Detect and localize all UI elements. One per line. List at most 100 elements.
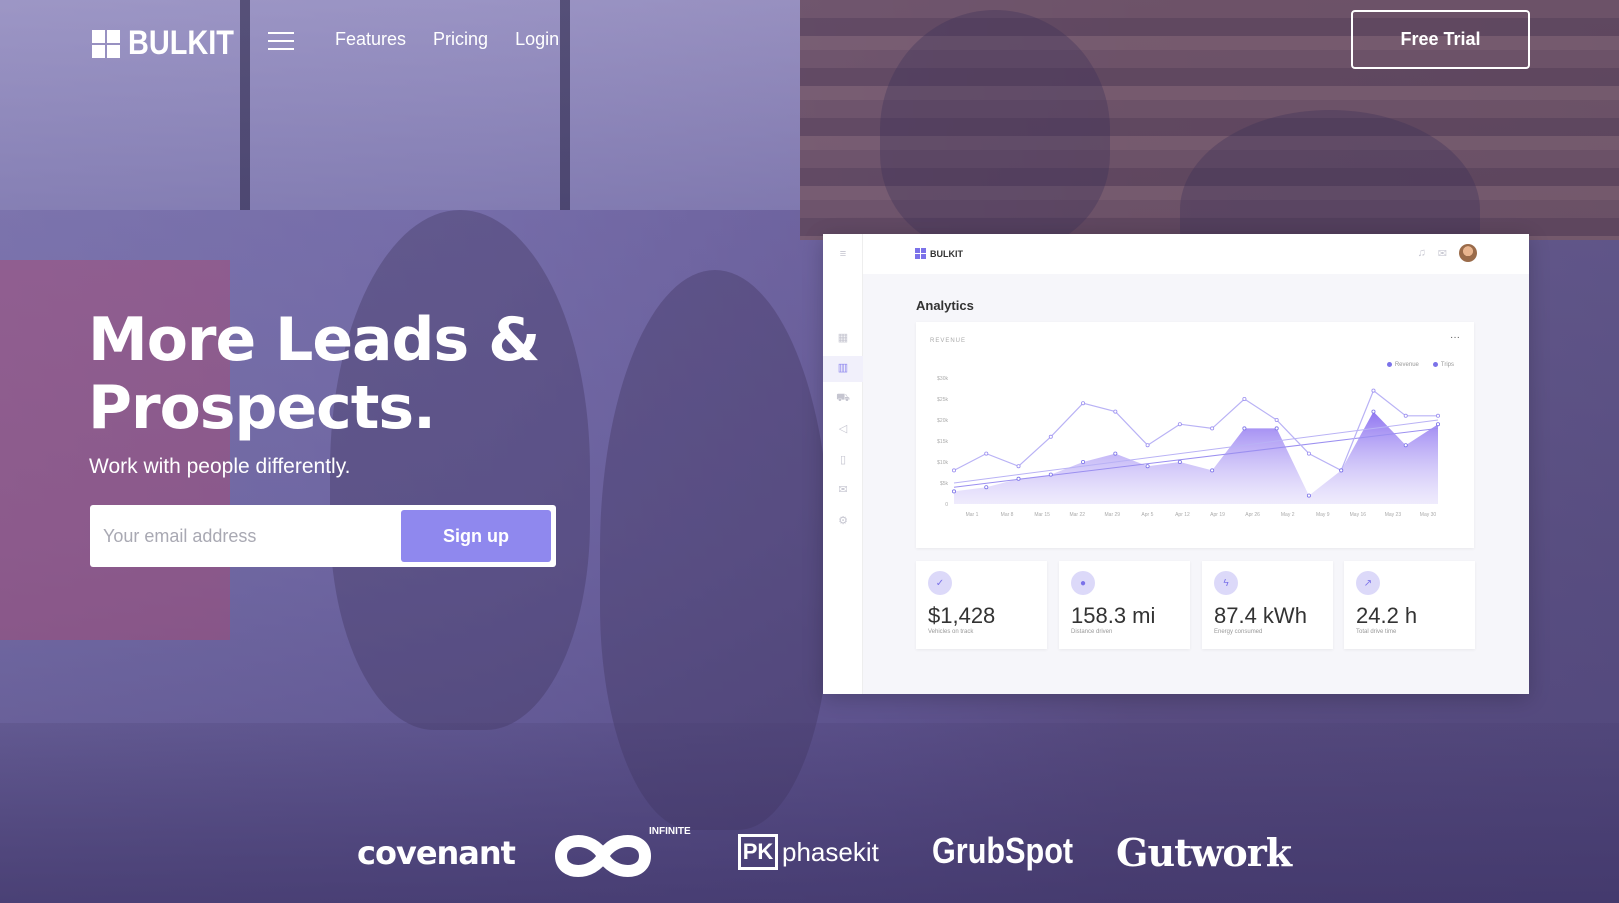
dashboard-topbar-icons: ♫ ✉ [1418, 244, 1477, 262]
stat-label: Energy consumed [1214, 629, 1263, 635]
dashboard-topbar: BULKIT ♫ ✉ [863, 234, 1529, 274]
y-tick-label: $20k [937, 418, 948, 424]
x-tick-label: May 16 [1350, 512, 1367, 518]
stat-card: ● 158.3 mi Distance driven [1059, 561, 1190, 649]
mail-icon: ✉ [838, 484, 848, 496]
nav-link-features[interactable]: Features [335, 29, 406, 50]
nav-link-login[interactable]: Login [515, 29, 559, 50]
revenue-point [1145, 464, 1150, 469]
stat-card: ϟ 87.4 kWh Energy consumed [1202, 561, 1333, 649]
dashboard-preview: ≡ ▦ ▥ ⛟ ◁ ▯ ✉ ⚙ BULKIT ♫ ✉ Analytics REV… [823, 234, 1529, 694]
trips-point [1113, 409, 1118, 414]
top-navbar: BULKIT Features Pricing Login Free Trial [0, 0, 1619, 80]
stat-label: Vehicles on track [928, 629, 974, 635]
y-tick-label: $15k [937, 439, 948, 445]
trips-point [1274, 418, 1279, 423]
x-tick-label: Apr 5 [1141, 512, 1153, 518]
trips-point [1048, 434, 1053, 439]
x-tick-label: Mar 1 [966, 512, 979, 518]
revenue-point [1081, 459, 1086, 464]
settings-icon: ⚙ [838, 515, 848, 527]
bolt-icon: ϟ [1214, 571, 1238, 595]
partner-logos: covenant INFINITE PK phasekit GrubSpot G… [0, 820, 1619, 890]
revenue-point [1403, 443, 1408, 448]
dashboard-logo: BULKIT [915, 248, 963, 259]
revenue-point [1177, 459, 1182, 464]
trips-point [1210, 426, 1215, 431]
grubspot-logo: GrubSpot [932, 830, 1074, 871]
x-tick-label: Mar 8 [1001, 512, 1014, 518]
trend-icon: ↗ [1356, 571, 1380, 595]
stat-value: 87.4 kWh [1214, 603, 1307, 628]
mail-icon: ✉ [1437, 247, 1447, 260]
check-icon: ✓ [928, 571, 952, 595]
x-tick-label: May 2 [1281, 512, 1295, 518]
trips-point [1436, 413, 1441, 418]
dashboard-logo-text: BULKIT [930, 248, 963, 259]
revenue-point [1016, 476, 1021, 481]
stat-value: 158.3 mi [1071, 603, 1156, 628]
pk-mark-icon: PK [738, 834, 778, 870]
trips-point [1306, 451, 1311, 456]
trips-point [1177, 422, 1182, 427]
free-trial-button[interactable]: Free Trial [1351, 10, 1530, 69]
revenue-chart-card: REVENUE ··· Revenue Trips 0 $5k $10k $15k $2… [916, 322, 1474, 548]
nav-link-pricing[interactable]: Pricing [433, 29, 488, 50]
infinite-logo-text: INFINITE [649, 826, 691, 837]
trips-point [1371, 388, 1376, 393]
x-tick-label: Mar 29 [1105, 512, 1121, 518]
revenue-point [1339, 468, 1344, 473]
hero-subtitle: Work with people differently. [89, 455, 351, 478]
logo-grid-icon [92, 29, 120, 58]
revenue-point [1371, 409, 1376, 414]
x-tick-label: Apr 26 [1245, 512, 1260, 518]
revenue-point [1242, 426, 1247, 431]
brand-logo[interactable]: BULKIT [92, 24, 253, 63]
x-tick-label: Mar 15 [1034, 512, 1050, 518]
stat-card: ✓ $1,428 Vehicles on track [916, 561, 1047, 649]
stat-label: Total drive time [1356, 629, 1397, 635]
revenue-point [1436, 422, 1441, 427]
menu-icon: ≡ [839, 248, 847, 260]
revenue-point [984, 485, 989, 490]
dashboard-heading: Analytics [916, 298, 974, 313]
revenue-point [1210, 468, 1215, 473]
stat-label: Distance driven [1071, 629, 1113, 635]
gutwork-logo: Gutwork [1116, 830, 1292, 875]
revenue-point [1048, 472, 1053, 477]
x-tick-label: May 9 [1316, 512, 1330, 518]
trips-point [1242, 397, 1247, 402]
hamburger-menu-icon[interactable] [268, 32, 294, 52]
bell-icon: ♫ [1417, 247, 1426, 259]
y-tick-label: $5k [940, 481, 949, 487]
trips-point [1403, 413, 1408, 418]
y-tick-label: $10k [937, 460, 948, 466]
signup-button[interactable]: Sign up [401, 510, 551, 562]
map-icon: ▯ [839, 454, 847, 466]
revenue-chart: 0 $5k $10k $15k $20k $25k $30k Mar 1 Mar 8 Mar 15… [937, 376, 1441, 518]
pin-icon: ● [1071, 571, 1095, 595]
signup-form: Sign up [90, 505, 556, 567]
x-tick-label: Apr 12 [1175, 512, 1190, 518]
revenue-point [1306, 493, 1311, 498]
y-tick-label: $25k [937, 397, 948, 403]
hero-title: More Leads & Prospects. [88, 305, 540, 443]
x-tick-label: May 23 [1385, 512, 1402, 518]
dashboard-logo-icon [915, 248, 926, 259]
trips-point [984, 451, 989, 456]
phasekit-logo-text: phasekit [782, 836, 879, 867]
y-tick-label: $30k [937, 376, 948, 382]
covenant-logo: covenant [357, 834, 516, 872]
revenue-point [952, 489, 957, 494]
car-icon: ⛟ [836, 392, 850, 404]
grid-icon: ▦ [837, 332, 849, 344]
phasekit-logo: PK phasekit [738, 834, 879, 870]
chart-icon: ▥ [837, 362, 849, 374]
avatar [1459, 244, 1477, 262]
stat-value: $1,428 [928, 603, 996, 628]
x-tick-label: May 30 [1420, 512, 1437, 518]
dashboard-sidebar: ≡ ▦ ▥ ⛟ ◁ ▯ ✉ ⚙ [823, 234, 863, 694]
trips-point [952, 468, 957, 473]
stat-card: ↗ 24.2 h Total drive time [1344, 561, 1475, 649]
email-input[interactable] [90, 505, 390, 567]
